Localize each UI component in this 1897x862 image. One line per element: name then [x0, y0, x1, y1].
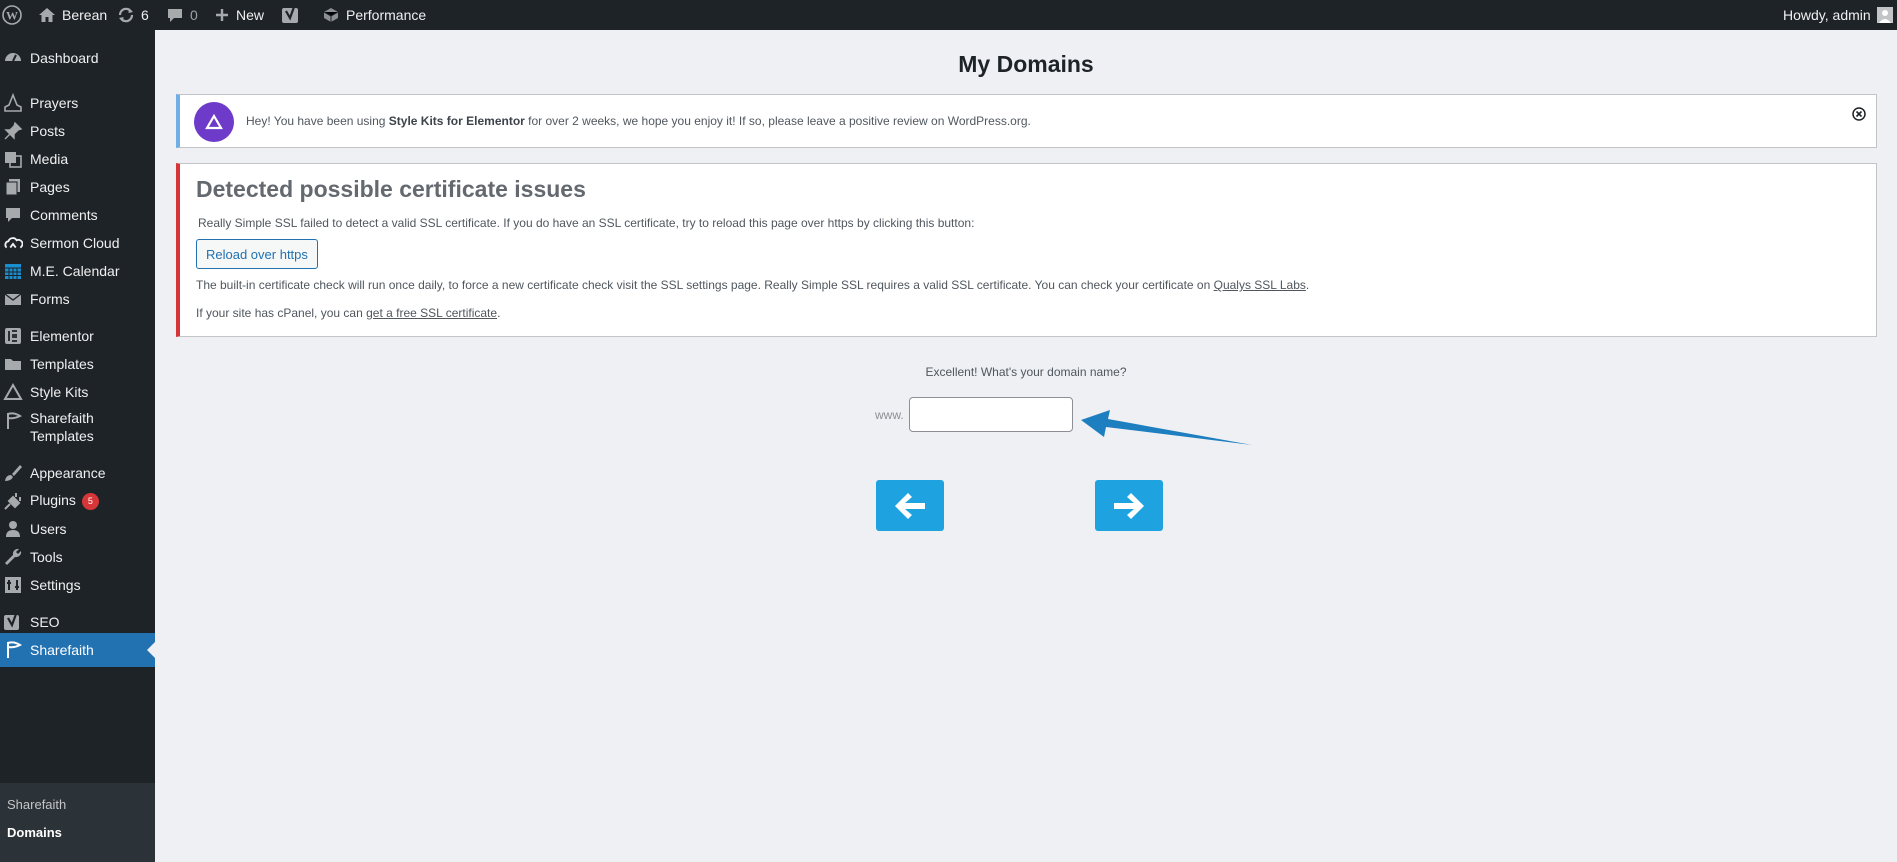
submenu-item-sharefaith[interactable]: Sharefaith [7, 797, 66, 812]
style-kits-logo [194, 102, 234, 142]
sharefaith-icon [3, 411, 23, 431]
plus-icon [216, 9, 228, 21]
domain-name-input[interactable] [909, 397, 1073, 432]
pin-icon [3, 121, 23, 141]
arrow-left-icon [895, 492, 925, 519]
free-ssl-certificate-link[interactable]: get a free SSL certificate [366, 306, 497, 320]
sidebar-item-settings[interactable]: Settings [0, 568, 155, 602]
folder-icon [3, 354, 23, 374]
performance-label: Performance [346, 7, 427, 23]
triangle-icon [3, 382, 23, 402]
updates-count: 6 [141, 7, 149, 23]
wrench-icon [3, 547, 23, 567]
yoast-icon [3, 612, 23, 632]
elementor-icon [3, 326, 23, 346]
sidebar-item-forms[interactable]: Forms [0, 282, 155, 316]
sidebar-item-sharefaith[interactable]: Sharefaith [0, 633, 155, 667]
sharefaith-icon [3, 640, 23, 660]
wordpress-logo-icon[interactable]: W [2, 0, 22, 30]
ssl-certificate-notice: Detected possible certificate issues Rea… [176, 163, 1877, 337]
ssl-notice-cpanel-info: If your site has cPanel, you can get a f… [196, 306, 501, 320]
calendar-icon [3, 261, 23, 281]
settings-icon [3, 575, 23, 595]
ssl-notice-message: Really Simple SSL failed to detect a val… [198, 216, 975, 230]
dismiss-icon[interactable] [1852, 107, 1866, 121]
plug-icon [3, 491, 23, 511]
sidebar-item-sharefaith-templates[interactable]: Sharefaith Templates [0, 405, 155, 453]
pages-icon [3, 177, 23, 197]
new-content-link[interactable]: New [214, 0, 264, 30]
new-label: New [236, 7, 265, 23]
sidebar-item-dashboard[interactable]: Dashboard [0, 41, 155, 75]
yoast-menu-icon[interactable] [281, 0, 301, 30]
dashboard-icon [3, 48, 23, 68]
home-icon [39, 8, 55, 22]
mail-icon [3, 289, 23, 309]
arrow-right-icon [1114, 492, 1144, 519]
prayers-icon [3, 93, 23, 113]
sharefaith-submenu: Sharefaith Domains [0, 783, 155, 862]
pointer-arrow-annotation [1081, 410, 1252, 445]
user-icon [3, 519, 23, 539]
svg-text:W: W [6, 9, 18, 23]
avatar [1876, 7, 1893, 23]
comments-link[interactable]: 0 [166, 0, 198, 30]
admin-sidebar: Dashboard Prayers Posts Media Pages Comm… [0, 30, 155, 862]
my-account-link[interactable]: Howdy, admin [1783, 0, 1893, 30]
plugins-update-badge: 5 [81, 492, 99, 510]
updates-icon [118, 7, 134, 23]
www-prefix-label: www. [875, 408, 904, 422]
site-name-link[interactable]: Berean [38, 0, 107, 30]
brush-icon [3, 463, 23, 483]
performance-link[interactable]: Performance [322, 0, 426, 30]
ssl-notice-check-info: The built-in certificate check will run … [196, 278, 1310, 292]
cloud-icon [3, 233, 23, 253]
qualys-ssl-labs-link[interactable]: Qualys SSL Labs [1214, 278, 1306, 292]
reload-over-https-button[interactable]: Reload over https [196, 239, 318, 269]
stylekits-notice-text: Hey! You have been using Style Kits for … [246, 114, 1031, 128]
domain-prompt: Excellent! What's your domain name? [925, 365, 1127, 379]
sidebar-item-style-kits[interactable]: Style Kits [0, 375, 155, 409]
howdy-greeting: Howdy, admin [1783, 7, 1871, 23]
ssl-notice-title: Detected possible certificate issues [196, 176, 586, 202]
stylekits-review-notice: Hey! You have been using Style Kits for … [176, 94, 1877, 148]
submenu-item-domains[interactable]: Domains [7, 825, 62, 840]
page-title: My Domains [958, 51, 1094, 77]
media-icon [3, 149, 23, 169]
site-name: Berean [62, 7, 108, 23]
comments-count: 0 [190, 7, 198, 23]
comment-icon [168, 9, 182, 22]
previous-button[interactable] [876, 480, 944, 531]
comment-icon [3, 205, 23, 225]
admin-bar: W Berean 6 0 New Performance Howdy, admi… [0, 0, 1897, 30]
next-button[interactable] [1095, 480, 1163, 531]
performance-icon [323, 8, 339, 22]
updates-link[interactable]: 6 [117, 0, 149, 30]
